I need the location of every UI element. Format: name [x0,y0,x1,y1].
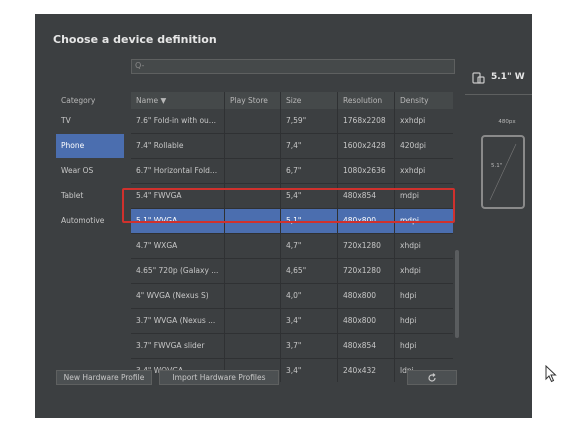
new-hardware-profile-button[interactable]: New Hardware Profile [56,370,152,385]
category-list: Category TV Phone Wear OS Tablet Automot… [56,92,124,234]
table-header: Name ▼ Play Store Size Resolution Densit… [131,92,453,109]
cell-resolution: 480x854 [338,334,395,358]
cell-density: hdpi [400,291,417,300]
column-density[interactable]: Density [395,92,453,109]
category-phone[interactable]: Phone [56,134,124,159]
cell-size: 3,4" [281,359,338,382]
cell-play-store [225,109,281,133]
preview-size-label: 5.1" [491,163,503,169]
cell-name: 6.7" Horizontal Fold... [131,159,225,183]
cell-resolution: 1080x2636 [338,159,395,183]
cell-resolution: 1768x2208 [338,109,395,133]
cell-size: 4,65" [281,259,338,283]
cell-resolution: 480x800 [338,284,395,308]
table-body: 7.6" Fold-in with ou... 7,59" 1768x2208 xxh… [131,109,453,382]
table-row[interactable]: 3.7" WVGA (Nexus ... 3,4" 480x800 hdpi [131,309,453,334]
category-header: Category [61,96,96,105]
preview-diagonal [489,143,517,201]
cell-name: 4.7" WXGA [131,234,225,258]
import-hardware-profiles-button[interactable]: Import Hardware Profiles [159,370,279,385]
device-definition-dialog: Choose a device definition Q- Category T… [35,14,532,418]
cell-resolution: 720x1280 [338,234,395,258]
cell-density: xxhdpi [400,116,426,125]
preview-title: 5.1" W [491,72,525,82]
cell-resolution: 1600x2428 [338,134,395,158]
table-row[interactable]: 6.7" Horizontal Fold... 6,7" 1080x2636 xxhd… [131,159,453,184]
cell-resolution: 480x800 [338,309,395,333]
cell-size: 6,7" [281,159,338,183]
dialog-title: Choose a device definition [53,33,217,46]
category-tablet[interactable]: Tablet [56,184,124,209]
table-row[interactable]: 4.65" 720p (Galaxy ... 4,65" 720x1280 xhdpi [131,259,453,284]
search-field[interactable]: Q- [131,59,455,74]
table-row[interactable]: 7.4" Rollable 7,4" 1600x2428 420dpi [131,134,453,159]
device-preview-tab: 5.1" W [466,62,532,94]
category-wear-os[interactable]: Wear OS [56,159,124,184]
mouse-cursor-icon [545,365,557,383]
cell-size: 7,4" [281,134,338,158]
cell-name: 4.65" 720p (Galaxy ... [131,259,225,283]
cell-density: 420dpi [400,141,426,150]
category-tv[interactable]: TV [56,109,124,134]
column-name[interactable]: Name ▼ [131,92,225,109]
cell-play-store [225,134,281,158]
cell-name: 7.4" Rollable [131,134,225,158]
preview-separator [465,94,532,95]
cell-size: 3,4" [281,309,338,333]
cell-size: 4,7" [281,234,338,258]
cell-name: 3.7" WVGA (Nexus ... [131,309,225,333]
cell-play-store [225,284,281,308]
cell-name: 7.6" Fold-in with ou... [131,109,225,133]
cell-name: 3.7" FWVGA slider [131,334,225,358]
cell-density: hdpi [400,341,417,350]
table-row[interactable]: 7.6" Fold-in with ou... 7,59" 1768x2208 xxh… [131,109,453,134]
selected-row-highlight [122,188,455,223]
cell-density: xhdpi [400,266,421,275]
cell-play-store [225,234,281,258]
column-size[interactable]: Size [281,92,338,109]
table-scrollbar[interactable] [455,250,459,338]
cell-density: xxhdpi [400,166,426,175]
cell-size: 7,59" [281,109,338,133]
cell-resolution: 720x1280 [338,259,395,283]
cell-resolution: 240x432 [338,359,395,382]
device-frame-icon [472,72,485,84]
table-row[interactable]: 4" WVGA (Nexus S) 4,0" 480x800 hdpi [131,284,453,309]
cell-density: xhdpi [400,241,421,250]
cell-play-store [225,259,281,283]
search-icon: Q- [135,61,145,70]
cell-play-store [225,159,281,183]
preview-width-label: 480px [498,119,516,125]
cell-name: 4" WVGA (Nexus S) [131,284,225,308]
category-automotive[interactable]: Automotive [56,209,124,234]
device-preview-phone: 5.1" [481,135,525,209]
table-row[interactable]: 4.7" WXGA 4,7" 720x1280 xhdpi [131,234,453,259]
column-play-store[interactable]: Play Store [225,92,281,109]
column-resolution[interactable]: Resolution [338,92,395,109]
refresh-button[interactable] [407,370,457,385]
cell-play-store [225,309,281,333]
refresh-icon [428,373,436,382]
cell-size: 4,0" [281,284,338,308]
table-row[interactable]: 3.7" FWVGA slider 3,7" 480x854 hdpi [131,334,453,359]
device-table: Name ▼ Play Store Size Resolution Densit… [131,92,453,382]
cell-play-store [225,334,281,358]
cell-size: 3,7" [281,334,338,358]
cell-density: hdpi [400,316,417,325]
